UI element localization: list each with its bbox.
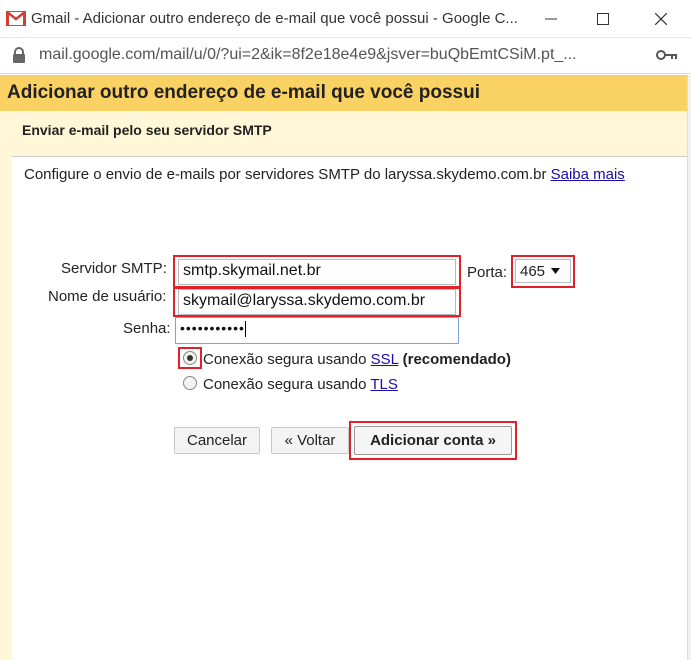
ssl-recommended: (recomendado) (402, 351, 511, 368)
back-button[interactable]: « Voltar (271, 427, 349, 454)
minimize-button[interactable] (528, 0, 574, 38)
dialog-page: Adicionar outro endereço de e-mail que v… (0, 75, 688, 660)
address-bar[interactable]: mail.google.com/mail/u/0/?ui=2&ik=8f2e18… (0, 38, 691, 74)
window-titlebar: Gmail - Adicionar outro endereço de e-ma… (0, 0, 691, 38)
port-label: Porta: (467, 264, 508, 281)
smtp-label: Servidor SMTP: (61, 260, 167, 277)
window-right-edge (687, 75, 691, 660)
ssl-radio[interactable] (183, 351, 197, 365)
ssl-option[interactable]: Conexão segura usando SSL (recomendado) (203, 351, 511, 368)
close-icon (655, 13, 667, 25)
tls-radio[interactable] (183, 376, 197, 390)
dropdown-arrow-icon (551, 268, 561, 274)
minimize-icon (545, 18, 557, 20)
section-title: Enviar e-mail pelo seu servidor SMTP (22, 122, 272, 138)
lock-icon (13, 47, 25, 63)
smtp-server-input[interactable]: smtp.skymail.net.br (178, 259, 456, 285)
port-value: 465 (520, 262, 546, 280)
add-account-button[interactable]: Adicionar conta » (354, 426, 512, 455)
window-title: Gmail - Adicionar outro endereço de e-ma… (31, 10, 518, 27)
port-select[interactable]: 465 (515, 259, 571, 283)
maximize-button[interactable] (580, 0, 626, 38)
username-input[interactable]: skymail@laryssa.skydemo.com.br (178, 289, 456, 315)
ssl-prefix: Conexão segura usando (203, 351, 367, 368)
cancel-button[interactable]: Cancelar (174, 427, 260, 454)
description-text: Configure o envio de e-mails por servido… (24, 166, 547, 183)
form-panel: Enviar e-mail pelo seu servidor SMTP Con… (0, 111, 688, 660)
description: Configure o envio de e-mails por servido… (24, 166, 664, 184)
header-band: Adicionar outro endereço de e-mail que v… (0, 75, 688, 111)
tls-option[interactable]: Conexão segura usando TLS (203, 376, 398, 393)
gmail-icon (6, 11, 26, 26)
ssl-link[interactable]: SSL (371, 351, 399, 368)
key-icon[interactable] (656, 49, 678, 61)
password-label: Senha: (123, 320, 171, 337)
password-value: ••••••••••• (180, 320, 245, 336)
password-input[interactable]: ••••••••••• (175, 317, 459, 344)
maximize-icon (597, 13, 609, 25)
tls-prefix: Conexão segura usando (203, 376, 367, 393)
form-box: Configure o envio de e-mails por servido… (12, 156, 688, 660)
learn-more-link[interactable]: Saiba mais (551, 166, 625, 183)
close-button[interactable] (638, 0, 684, 38)
tls-link[interactable]: TLS (370, 376, 398, 393)
page-title: Adicionar outro endereço de e-mail que v… (7, 82, 480, 103)
username-label: Nome de usuário: (48, 288, 167, 305)
url-text[interactable]: mail.google.com/mail/u/0/?ui=2&ik=8f2e18… (39, 46, 577, 64)
